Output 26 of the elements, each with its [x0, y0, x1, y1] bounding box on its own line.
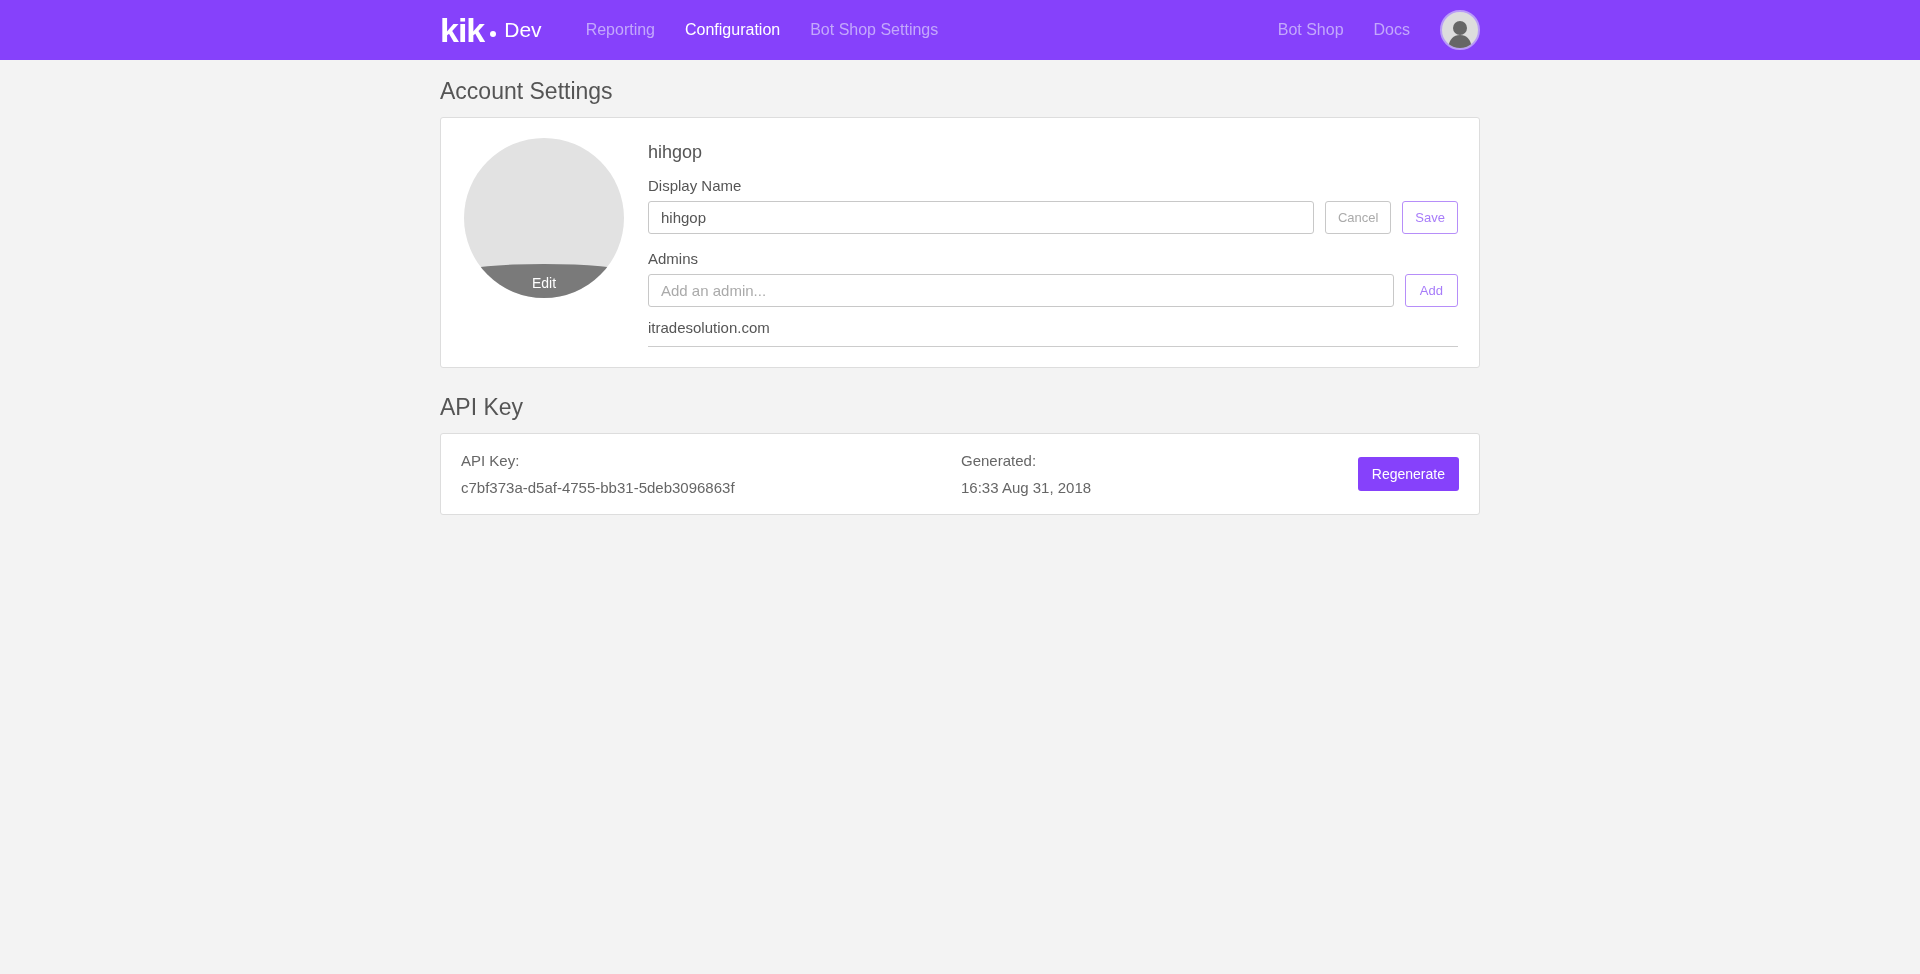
logo-suffix[interactable]: Dev: [504, 18, 542, 42]
cancel-button[interactable]: Cancel: [1324, 201, 1392, 234]
api-key-label: API Key:: [461, 452, 521, 469]
api-key-value: c7bf373a-d5af-4755-bb31-5deb3096863f: [461, 479, 736, 496]
username: hihgop: [648, 142, 704, 163]
nav-link[interactable]: Bot Shop Settings: [810, 21, 939, 39]
save-button[interactable]: Save: [1402, 201, 1458, 234]
dot-icon: [490, 31, 497, 37]
regenerate-button[interactable]: Regenerate: [1357, 457, 1459, 491]
logo-text[interactable]: kik: [440, 13, 485, 47]
nav-link[interactable]: Docs: [1373, 21, 1410, 39]
avatar-button[interactable]: [1440, 10, 1480, 50]
add-button[interactable]: Add: [1404, 274, 1458, 307]
nav-link[interactable]: Configuration: [685, 21, 781, 39]
admin-entry: itradesolution.com: [648, 319, 1458, 347]
nav-link[interactable]: Bot Shop: [1277, 21, 1344, 39]
add-admin-field[interactable]: Add an admin...: [648, 274, 1394, 307]
person-silhouette-icon: [1447, 18, 1473, 48]
section-title: Account Settings: [440, 78, 614, 105]
field-label: Display Name: [648, 177, 743, 194]
display-name-field[interactable]: hihgop: [648, 201, 1314, 234]
section-title: API Key: [440, 394, 525, 421]
generated-date: 16:33 Aug 31, 2018: [961, 479, 1093, 496]
nav-link[interactable]: Reporting: [585, 21, 655, 39]
field-label: Admins: [648, 250, 700, 267]
generated-label: Generated:: [961, 452, 1038, 469]
